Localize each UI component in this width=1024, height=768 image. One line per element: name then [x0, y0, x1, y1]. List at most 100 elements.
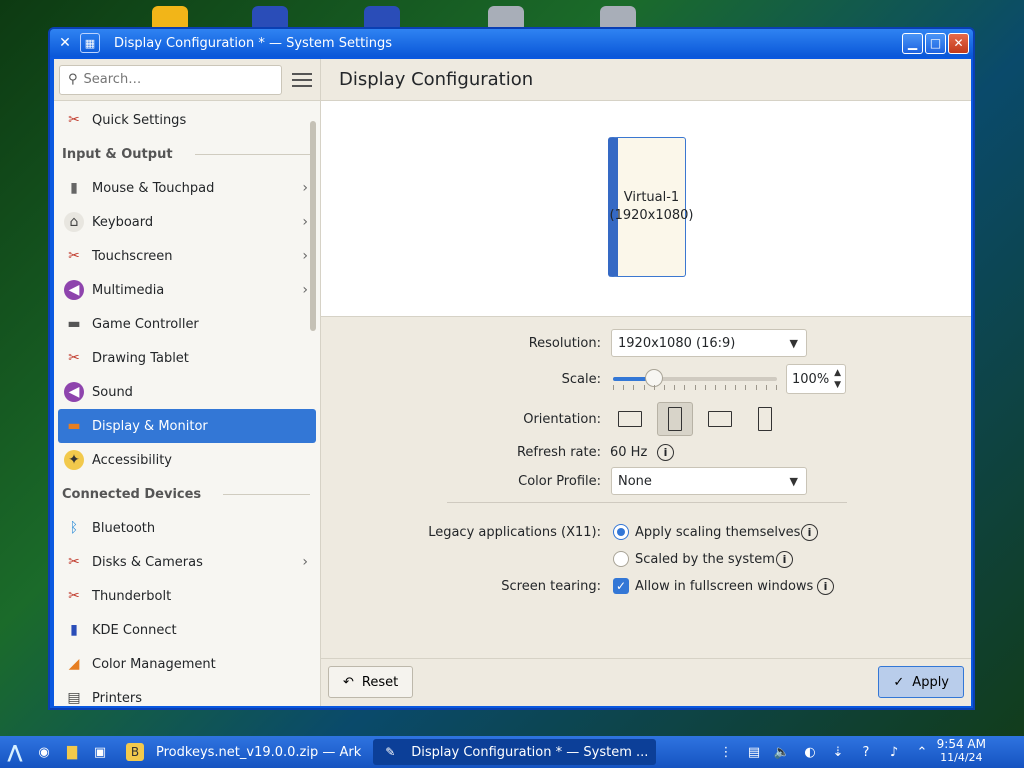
system-settings-window: ✕ ▦ Display Configuration * — System Set…	[48, 27, 975, 710]
minimize-button[interactable]: ▁	[902, 32, 923, 54]
search-field[interactable]: ⚲	[59, 64, 282, 95]
taskbar: ⋀ ◉ ▇ ▣ B Prodkeys.net_v19.0.0.zip — Ark…	[0, 736, 1024, 768]
app-launcher-icon[interactable]: ⋀	[0, 736, 30, 768]
allow-tearing-checkbox[interactable]: ✓	[613, 578, 629, 594]
refresh-rate-value: 60 Hz	[610, 444, 648, 460]
volume-icon[interactable]: 🔈	[771, 741, 793, 763]
bluetooth-icon: ᛒ	[69, 520, 79, 536]
landscape-icon	[618, 411, 642, 427]
sidebar-item-multimedia[interactable]: ◀ Multimedia ›	[58, 273, 316, 307]
info-icon[interactable]: i	[801, 523, 818, 541]
sidebar-item-color-management[interactable]: ◢ Color Management	[58, 647, 316, 681]
clock[interactable]: 9:54 AM 11/4/24	[937, 738, 986, 765]
taskbar-task-display-config[interactable]: ✎ Display Configuration * — System ...	[373, 739, 657, 765]
ark-archive-icon: B	[126, 743, 144, 761]
window-title: Display Configuration * — System Setting…	[114, 35, 393, 51]
info-icon[interactable]: i	[776, 550, 793, 568]
sidebar-item-quick-settings[interactable]: ✂ Quick Settings	[58, 103, 316, 137]
chevron-down-icon: ▼	[789, 474, 798, 488]
sidebar-item-touchscreen[interactable]: ✂ Touchscreen ›	[58, 239, 316, 273]
landscape-flipped-icon	[708, 411, 732, 427]
sidebar-scrollbar[interactable]	[310, 121, 316, 331]
sidebar-item-thunderbolt[interactable]: ✂ Thunderbolt	[58, 579, 316, 613]
system-tray: ⋮ ▤ 🔈 ◐ ⇣ ? ♪ ⌃	[712, 741, 936, 763]
chevron-right-icon: ›	[302, 214, 308, 230]
tools-icon: ✂	[68, 554, 80, 570]
color-profile-dropdown[interactable]: None ▼	[611, 467, 807, 495]
sidebar-item-printers[interactable]: ▤ Printers	[58, 681, 316, 715]
scale-slider-fill	[613, 377, 650, 381]
monitor-preview[interactable]: Virtual-1 (1920x1080)	[608, 137, 694, 277]
terminal-icon[interactable]: ▣	[89, 741, 111, 763]
taskbar-task-ark[interactable]: B Prodkeys.net_v19.0.0.zip — Ark	[118, 739, 369, 765]
sidebar-item-accessibility[interactable]: ✦ Accessibility	[58, 443, 316, 477]
search-input[interactable]	[83, 72, 264, 87]
orientation-portrait-flipped-button[interactable]	[747, 402, 783, 436]
close-button[interactable]: ✕	[948, 32, 969, 54]
help-icon[interactable]: ?	[855, 741, 877, 763]
window-titlebar[interactable]: ✕ ▦ Display Configuration * — System Set…	[50, 29, 973, 57]
resolution-dropdown[interactable]: 1920x1080 (16:9) ▼	[611, 329, 807, 357]
info-icon[interactable]: i	[817, 577, 834, 595]
color-icon: ◢	[68, 656, 80, 672]
file-manager-icon[interactable]: ▇	[61, 741, 83, 763]
sidebar-item-label: Multimedia	[92, 282, 165, 298]
scaled-by-system-radio[interactable]	[613, 551, 629, 567]
scaled-by-system-label: Scaled by the system	[635, 551, 775, 567]
sidebar-item-display-monitor[interactable]: ▬ Display & Monitor	[58, 409, 316, 443]
gamepad-icon: ▬	[67, 316, 81, 332]
sidebar-item-bluetooth[interactable]: ᛒ Bluetooth	[58, 511, 316, 545]
hamburger-menu-icon[interactable]	[292, 72, 312, 87]
browser-icon[interactable]: ◉	[33, 741, 55, 763]
resolution-value: 1920x1080 (16:9)	[618, 335, 736, 351]
updates-icon[interactable]: ⇣	[827, 741, 849, 763]
grid-icon[interactable]: ▦	[80, 33, 100, 53]
color-profile-label: Color Profile:	[518, 473, 601, 489]
audio-icon[interactable]: ♪	[883, 741, 905, 763]
main-panel: Display Configuration Virtual-1 (1920x10…	[321, 59, 971, 706]
chevron-right-icon: ›	[302, 248, 308, 264]
sidebar-item-mouse-touchpad[interactable]: ▮ Mouse & Touchpad ›	[58, 171, 316, 205]
sidebar-item-game-controller[interactable]: ▬ Game Controller	[58, 307, 316, 341]
sidebar-item-label: Thunderbolt	[92, 588, 172, 604]
keyboard-icon: ⌂	[64, 212, 84, 232]
sidebar-item-label: Bluetooth	[92, 520, 156, 536]
sidebar: ⚲ ✂ Quick Settings Input & Output ▮ Mouse & …	[54, 59, 321, 706]
sidebar-item-kde-connect[interactable]: ▮ KDE Connect	[58, 613, 316, 647]
apply-scaling-radio[interactable]	[613, 524, 629, 540]
sidebar-item-label: Display & Monitor	[92, 418, 208, 434]
expand-tray-icon[interactable]: ⌃	[911, 741, 933, 763]
sidebar-item-sound[interactable]: ◀ Sound	[58, 375, 316, 409]
orientation-portrait-button[interactable]	[657, 402, 693, 436]
sidebar-item-label: Disks & Cameras	[92, 554, 203, 570]
search-icon: ⚲	[68, 72, 78, 87]
display-preview: Virtual-1 (1920x1080)	[321, 101, 971, 317]
mouse-icon: ▮	[70, 180, 78, 196]
tools-icon: ✂	[68, 112, 80, 128]
sidebar-item-drawing-tablet[interactable]: ✂ Drawing Tablet	[58, 341, 316, 375]
clipboard-icon[interactable]: ▤	[743, 741, 765, 763]
reset-button[interactable]: ↶ Reset	[328, 666, 414, 698]
spin-arrows-icon[interactable]: ▲ ▼	[834, 367, 841, 391]
kde-connect-tray-icon[interactable]: ◐	[799, 741, 821, 763]
sidebar-item-label: Accessibility	[92, 452, 172, 468]
maximize-button[interactable]: □	[925, 32, 946, 54]
orientation-landscape-button[interactable]	[612, 402, 648, 436]
sidebar-item-label: Quick Settings	[92, 112, 187, 128]
orientation-landscape-flipped-button[interactable]	[702, 402, 738, 436]
overflow-dots-icon[interactable]: ⋮	[715, 741, 737, 763]
scale-spinbox[interactable]: 100% ▲ ▼	[786, 364, 846, 394]
undo-icon: ↶	[343, 674, 354, 690]
info-icon[interactable]: i	[657, 443, 674, 461]
tools-icon: ✂	[68, 588, 80, 604]
settings-icon: ✎	[385, 745, 396, 759]
sidebar-item-disks-cameras[interactable]: ✂ Disks & Cameras ›	[58, 545, 316, 579]
apply-button[interactable]: ✓ Apply	[878, 666, 964, 698]
legacy-apps-label: Legacy applications (X11):	[428, 524, 601, 540]
sidebar-item-label: Game Controller	[92, 316, 199, 332]
sidebar-item-label: Sound	[92, 384, 133, 400]
chevron-down-icon: ▼	[789, 336, 798, 350]
chevron-right-icon: ›	[302, 180, 308, 196]
sidebar-item-keyboard[interactable]: ⌂ Keyboard ›	[58, 205, 316, 239]
scale-slider[interactable]	[613, 369, 777, 390]
